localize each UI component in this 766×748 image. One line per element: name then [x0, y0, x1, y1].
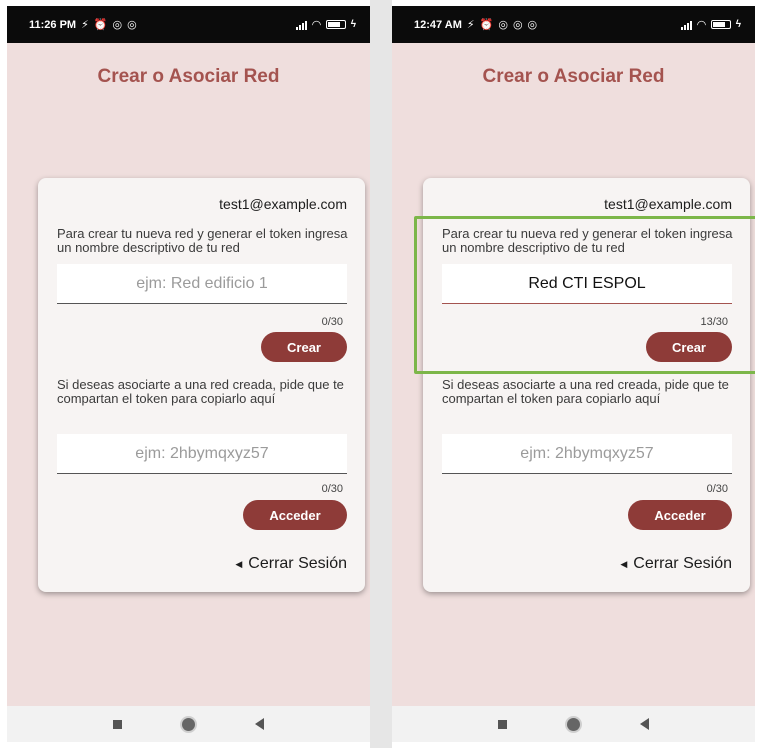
network-name-input[interactable]: ejm: Red edificio 1 [57, 264, 347, 304]
battery-icon [325, 20, 346, 29]
status-bar: 11:26 PM ⚡ ⏰ ◎ ◎ ◠ ϟ [7, 6, 370, 43]
charging-icon: ϟ [350, 19, 356, 30]
app-notification-icon: ◎ [512, 19, 523, 31]
page-title: Crear o Asociar Red [482, 66, 665, 87]
alarm-icon: ⏰ [93, 19, 108, 31]
logout-link[interactable]: ◀ Cerrar Sesión [235, 555, 347, 573]
user-email: test1@example.com [219, 196, 347, 212]
network-name-counter: 0/30 [321, 316, 343, 328]
app-notification-icon: ◎ [127, 19, 137, 31]
user-email: test1@example.com [604, 196, 732, 212]
token-input[interactable]: ejm: 2hbymqxyz57 [442, 434, 732, 474]
battery-icon [710, 20, 731, 29]
status-bar: 12:47 AM ⚡ ⏰ ◎ ◎ ◎ ◠ ϟ [392, 6, 755, 43]
android-nav-bar [7, 706, 370, 742]
app-notification-icon: ◎ [112, 19, 123, 31]
charging-icon: ϟ [735, 19, 741, 30]
alarm-icon: ⏰ [479, 19, 494, 31]
create-button[interactable]: Crear [261, 332, 347, 362]
signal-icon [296, 20, 308, 30]
chevron-left-icon: ◀ [620, 558, 628, 569]
logout-label: Cerrar Sesión [248, 555, 347, 572]
highlight-box [414, 216, 755, 374]
join-button[interactable]: Acceder [243, 500, 347, 530]
recents-button-icon[interactable] [113, 719, 122, 729]
app-notification-icon: ◎ [527, 19, 538, 31]
token-placeholder: ejm: 2hbymqxyz57 [135, 444, 269, 462]
token-counter: 0/30 [321, 483, 343, 495]
chevron-left-icon: ◀ [235, 558, 243, 569]
token-placeholder: ejm: 2hbymqxyz57 [520, 444, 654, 462]
token-counter: 0/30 [706, 483, 728, 495]
network-card: test1@example.com Para crear tu nueva re… [38, 178, 365, 592]
join-network-prompt: Si deseas asociarte a una red creada, pi… [442, 377, 729, 406]
page-title: Crear o Asociar Red [97, 66, 280, 87]
android-nav-bar [392, 706, 755, 742]
network-name-placeholder: ejm: Red edificio 1 [136, 274, 268, 292]
home-button-icon[interactable] [182, 717, 195, 731]
status-time: 11:26 PM [29, 18, 77, 31]
phone-screen-left: 11:26 PM ⚡ ⏰ ◎ ◎ ◠ ϟ Crear o Asociar Red… [7, 6, 370, 742]
signal-icon [681, 20, 693, 30]
wifi-icon: ◠ [312, 19, 321, 31]
notification-icon: ⚡ [81, 19, 89, 31]
screen-divider [370, 0, 392, 748]
status-time: 12:47 AM [414, 18, 462, 31]
join-network-prompt: Si deseas asociarte a una red creada, pi… [57, 377, 344, 406]
notification-icon: ⚡ [466, 19, 475, 31]
logout-link[interactable]: ◀ Cerrar Sesión [620, 555, 732, 573]
whatsapp-icon: ◎ [498, 19, 508, 31]
home-button-icon[interactable] [567, 717, 580, 731]
recents-button-icon[interactable] [498, 719, 507, 729]
token-input[interactable]: ejm: 2hbymqxyz57 [57, 434, 347, 474]
phone-screen-right: 12:47 AM ⚡ ⏰ ◎ ◎ ◎ ◠ ϟ Crear o Asociar R… [392, 6, 755, 742]
wifi-icon: ◠ [697, 19, 706, 31]
back-button-icon[interactable] [255, 718, 264, 730]
join-button[interactable]: Acceder [628, 500, 732, 530]
create-network-prompt: Para crear tu nueva red y generar el tok… [57, 226, 348, 255]
back-button-icon[interactable] [640, 718, 649, 730]
logout-label: Cerrar Sesión [633, 555, 732, 572]
